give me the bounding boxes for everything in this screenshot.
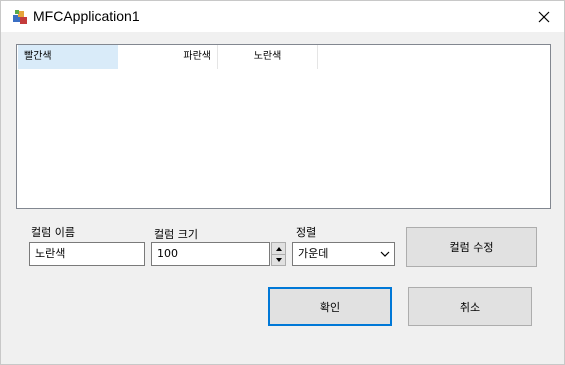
align-selected-value: 가운데 (298, 247, 329, 260)
spin-up-icon (275, 246, 282, 251)
close-icon (538, 11, 550, 22)
mfc-app-icon (11, 8, 29, 26)
spin-down-button[interactable] (272, 254, 285, 265)
window-title: MFCApplication1 (33, 8, 140, 24)
cancel-button[interactable]: 취소 (408, 287, 532, 326)
list-column-header[interactable]: 빨간색 (18, 45, 118, 69)
column-size-spinner[interactable] (271, 242, 286, 266)
chevron-down-icon (380, 251, 390, 257)
column-name-label: 컬럼 이름 (31, 226, 75, 239)
list-column-header[interactable]: 파란색 (118, 45, 218, 69)
column-list-view[interactable]: 빨간색 파란색 노란색 (16, 44, 551, 209)
column-size-field[interactable]: 100 (151, 242, 270, 266)
title-bar[interactable]: MFCApplication1 (1, 1, 564, 32)
modify-column-button[interactable]: 컬럼 수정 (406, 227, 537, 267)
column-name-field[interactable]: 노란색 (29, 242, 145, 266)
column-size-label: 컬럼 크기 (154, 228, 198, 241)
ok-button[interactable]: 확인 (268, 287, 392, 326)
align-label: 정렬 (296, 226, 317, 239)
close-button[interactable] (524, 1, 564, 32)
align-combobox[interactable]: 가운데 (292, 242, 395, 266)
spin-down-icon (275, 257, 282, 262)
list-column-header[interactable]: 노란색 (218, 45, 318, 69)
dialog-window: MFCApplication1 빨간색 파란색 노란색 컬럼 이름 노란색 컬럼… (0, 0, 565, 365)
